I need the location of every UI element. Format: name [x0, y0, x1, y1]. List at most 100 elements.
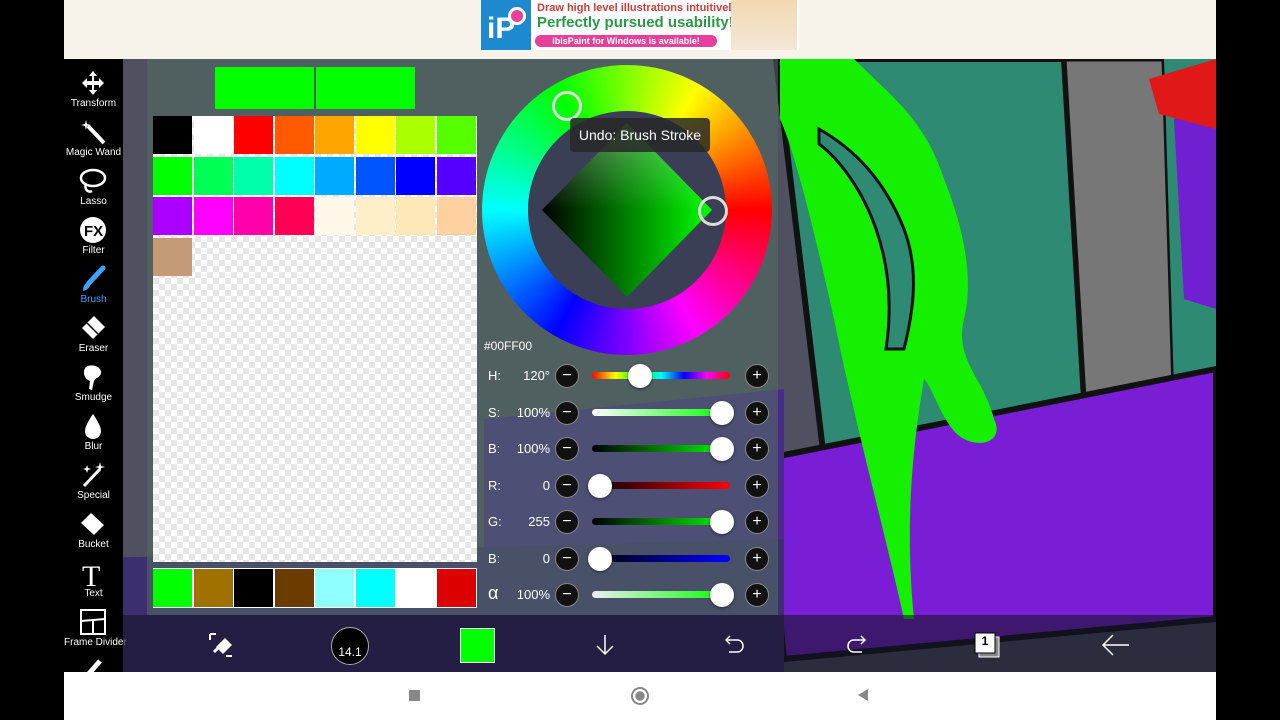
- palette-swatch[interactable]: [396, 116, 435, 154]
- history-swatch[interactable]: [153, 569, 192, 607]
- brush-size-value: 14.1: [338, 645, 362, 659]
- palette-swatch[interactable]: [355, 197, 395, 235]
- palette-swatch[interactable]: [436, 116, 476, 154]
- palette-swatch[interactable]: [396, 156, 435, 195]
- decrement-button[interactable]: −: [555, 400, 579, 425]
- layer-count: 1: [981, 634, 989, 648]
- palette-swatch[interactable]: [315, 116, 354, 154]
- layers-button[interactable]: 1: [974, 632, 1000, 658]
- increment-button[interactable]: +: [745, 400, 769, 425]
- tool-filter[interactable]: FX Filter: [64, 214, 123, 262]
- history-swatch[interactable]: [436, 569, 476, 607]
- increment-button[interactable]: +: [745, 510, 769, 534]
- sb-handle[interactable]: [698, 196, 728, 226]
- palette-swatch[interactable]: [274, 197, 314, 235]
- previous-color-swatch[interactable]: [215, 67, 314, 109]
- slider-track[interactable]: [592, 481, 730, 489]
- palette-swatch[interactable]: [153, 237, 192, 276]
- tool-label: Filter: [82, 245, 105, 256]
- tool-text[interactable]: T Text: [64, 557, 123, 605]
- color-palette: [153, 116, 477, 562]
- current-color-swatch[interactable]: [316, 67, 415, 109]
- history-swatch[interactable]: [193, 569, 233, 607]
- decrement-button[interactable]: −: [555, 510, 579, 534]
- palette-swatch[interactable]: [234, 197, 273, 235]
- slider-track[interactable]: [592, 372, 730, 379]
- brush-size-button[interactable]: 14.1: [331, 627, 369, 665]
- slider-label: α: [488, 583, 499, 603]
- redo-icon[interactable]: [846, 633, 872, 657]
- slider-value: 100%: [516, 404, 550, 420]
- palette-swatch[interactable]: [193, 197, 233, 235]
- tool-sidebar: Transform Magic Wand Lasso FX Filter Bru…: [64, 59, 127, 672]
- palette-swatch[interactable]: [234, 156, 273, 195]
- tool-switch-icon[interactable]: [206, 630, 236, 660]
- ad-banner[interactable]: iP Draw high level illustrations intuiti…: [481, 0, 799, 50]
- recents-icon[interactable]: [409, 690, 420, 701]
- bucket-icon: [81, 513, 104, 535]
- history-swatch[interactable]: [355, 569, 395, 607]
- increment-button[interactable]: +: [745, 364, 769, 388]
- blur-drop-icon: [85, 414, 101, 439]
- tool-special[interactable]: Special: [64, 459, 123, 507]
- slider-knob[interactable]: [588, 473, 612, 498]
- palette-swatch[interactable]: [153, 197, 192, 235]
- palette-swatch[interactable]: [153, 156, 192, 195]
- hex-value[interactable]: #00FF00: [484, 339, 532, 353]
- tool-eyedropper[interactable]: [64, 653, 123, 672]
- decrement-button[interactable]: −: [555, 473, 579, 498]
- palette-swatch[interactable]: [274, 116, 314, 154]
- history-swatch[interactable]: [274, 569, 314, 607]
- tool-frame-divider[interactable]: Frame Divider: [64, 606, 127, 654]
- slider-knob[interactable]: [588, 546, 612, 571]
- tool-lasso[interactable]: Lasso: [64, 165, 123, 213]
- palette-swatch[interactable]: [274, 156, 314, 195]
- palette-swatch[interactable]: [193, 156, 233, 195]
- tool-transform[interactable]: Transform: [64, 67, 123, 115]
- special-sparkle-icon: [82, 462, 105, 488]
- decrement-button[interactable]: −: [555, 437, 579, 461]
- slider-track[interactable]: [592, 554, 730, 562]
- increment-button[interactable]: +: [745, 546, 769, 571]
- slider-value: 255: [528, 514, 550, 529]
- home-icon[interactable]: [631, 687, 649, 705]
- current-color-button[interactable]: [460, 628, 495, 663]
- tool-magic-wand[interactable]: Magic Wand: [64, 116, 123, 164]
- palette-swatch[interactable]: [315, 197, 354, 235]
- slider-knob[interactable]: [710, 583, 734, 607]
- back-icon[interactable]: [856, 688, 870, 702]
- bottom-toolbar: [123, 615, 1216, 672]
- slider-knob[interactable]: [710, 510, 734, 534]
- increment-button[interactable]: +: [745, 437, 769, 461]
- palette-swatch[interactable]: [355, 156, 395, 195]
- palette-swatch[interactable]: [436, 197, 476, 235]
- tool-bucket[interactable]: Bucket: [64, 508, 123, 556]
- history-swatch[interactable]: [234, 569, 273, 607]
- palette-swatch[interactable]: [315, 156, 354, 195]
- palette-swatch[interactable]: [436, 156, 476, 195]
- palette-swatch[interactable]: [153, 116, 192, 154]
- increment-button[interactable]: +: [745, 473, 769, 498]
- history-swatch[interactable]: [315, 569, 354, 607]
- palette-swatch[interactable]: [193, 116, 233, 154]
- tool-brush[interactable]: Brush: [64, 263, 123, 311]
- arrow-down-icon[interactable]: [592, 632, 618, 658]
- increment-button[interactable]: +: [745, 583, 769, 607]
- tool-blur[interactable]: Blur: [64, 410, 123, 458]
- decrement-button[interactable]: −: [555, 583, 579, 607]
- undo-icon[interactable]: [719, 633, 745, 657]
- tool-eraser[interactable]: Eraser: [64, 312, 123, 360]
- hue-handle[interactable]: [552, 91, 582, 121]
- slider-knob[interactable]: [710, 437, 734, 461]
- back-arrow-icon[interactable]: [1101, 633, 1131, 657]
- decrement-button[interactable]: −: [555, 546, 579, 571]
- tool-smudge[interactable]: Smudge: [64, 361, 123, 409]
- palette-swatch[interactable]: [396, 197, 435, 235]
- slider-knob[interactable]: [710, 400, 734, 425]
- palette-swatch[interactable]: [234, 116, 273, 154]
- decrement-button[interactable]: −: [555, 364, 579, 388]
- brush-icon: [83, 265, 106, 291]
- ibispaint-logo: iP: [481, 0, 531, 50]
- history-swatch[interactable]: [396, 569, 435, 607]
- palette-swatch[interactable]: [355, 116, 395, 154]
